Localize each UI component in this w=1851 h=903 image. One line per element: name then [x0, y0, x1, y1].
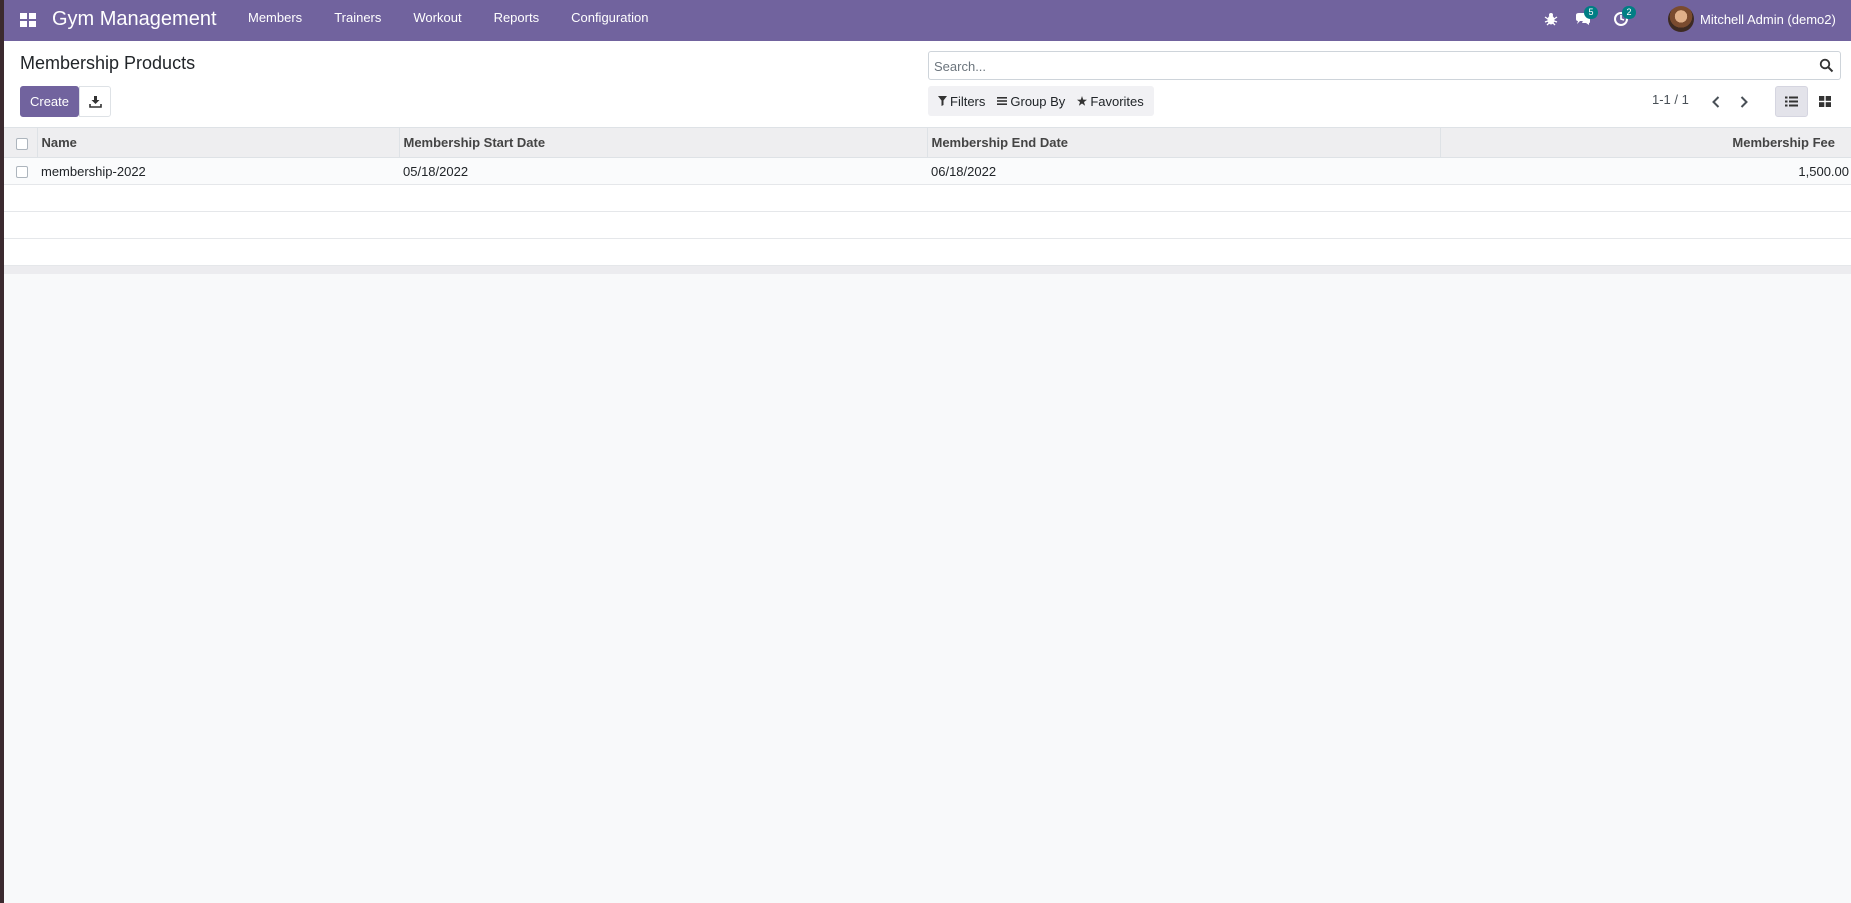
debug-icon[interactable] [1542, 10, 1560, 28]
view-switcher [1775, 86, 1841, 117]
avatar [1668, 6, 1694, 32]
empty-row [4, 239, 1851, 266]
pager-value[interactable]: 1-1 / 1 [1652, 92, 1689, 107]
table-row[interactable]: membership-2022 05/18/2022 06/18/2022 1,… [4, 157, 1851, 185]
filter-icon [938, 96, 947, 106]
download-icon [88, 96, 102, 108]
group-by-icon [997, 97, 1008, 105]
favorites-label: Favorites [1090, 93, 1144, 109]
messages-icon[interactable]: 5 [1574, 6, 1598, 28]
control-panel: Membership Products Create Filters [4, 41, 1851, 127]
search-box [928, 51, 1841, 80]
page-title: Membership Products [20, 53, 196, 73]
activities-icon[interactable]: 2 [1612, 6, 1636, 28]
app-title[interactable]: Gym Management [52, 8, 217, 31]
list-footer [4, 266, 1851, 274]
window-left-edge [0, 0, 4, 903]
apps-menu-icon[interactable] [19, 11, 37, 29]
chevron-right-icon [1740, 96, 1748, 108]
main-menu: Members Trainers Workout Reports Configu… [232, 0, 664, 41]
list-view-button[interactable] [1775, 86, 1808, 117]
create-button[interactable]: Create [20, 86, 79, 117]
search-input[interactable] [934, 55, 1804, 77]
messages-badge: 5 [1584, 6, 1598, 19]
menu-members[interactable]: Members [232, 0, 318, 41]
chevron-left-icon [1712, 96, 1720, 108]
table-header-row: Name Membership Start Date Membership En… [4, 127, 1851, 158]
list-view: Name Membership Start Date Membership En… [4, 127, 1851, 274]
column-header-end-date[interactable]: Membership End Date [927, 127, 1441, 158]
pager-next-button[interactable] [1733, 90, 1755, 114]
download-button[interactable] [79, 86, 111, 117]
column-header-fee[interactable]: Membership Fee [1440, 128, 1851, 158]
pager-previous-button[interactable] [1705, 90, 1727, 114]
select-all-checkbox[interactable] [16, 137, 28, 150]
favorites-button[interactable]: Favorites [1071, 86, 1149, 116]
menu-workout[interactable]: Workout [397, 0, 477, 41]
search-options-bar: Filters Group By Favorites [928, 86, 1154, 116]
group-by-button[interactable]: Group By [991, 86, 1071, 116]
filters-button[interactable]: Filters [932, 86, 991, 116]
menu-configuration[interactable]: Configuration [555, 0, 664, 41]
cell-start-date[interactable]: 05/18/2022 [399, 157, 927, 185]
user-name: Mitchell Admin (demo2) [1700, 11, 1836, 27]
group-by-label: Group By [1010, 93, 1066, 109]
search-icon[interactable] [1819, 58, 1834, 73]
column-header-start-date[interactable]: Membership Start Date [399, 127, 928, 158]
top-navbar: Gym Management Members Trainers Workout … [0, 0, 1851, 41]
cell-fee[interactable]: 1,500.00 [1440, 157, 1851, 185]
activities-badge: 2 [1622, 6, 1636, 19]
kanban-icon [1818, 96, 1831, 107]
cell-end-date[interactable]: 06/18/2022 [927, 157, 1440, 185]
row-checkbox[interactable] [16, 166, 28, 179]
column-header-name[interactable]: Name [37, 127, 400, 158]
list-icon [1785, 96, 1798, 107]
kanban-view-button[interactable] [1808, 86, 1841, 117]
cell-name[interactable]: membership-2022 [37, 157, 399, 185]
records-table: Name Membership Start Date Membership En… [4, 127, 1851, 266]
empty-row [4, 185, 1851, 212]
star-icon [1077, 96, 1088, 106]
menu-reports[interactable]: Reports [478, 0, 556, 41]
empty-row [4, 212, 1851, 239]
user-menu[interactable]: Mitchell Admin (demo2) [1668, 5, 1836, 33]
menu-trainers[interactable]: Trainers [318, 0, 397, 41]
filters-label: Filters [950, 93, 986, 109]
